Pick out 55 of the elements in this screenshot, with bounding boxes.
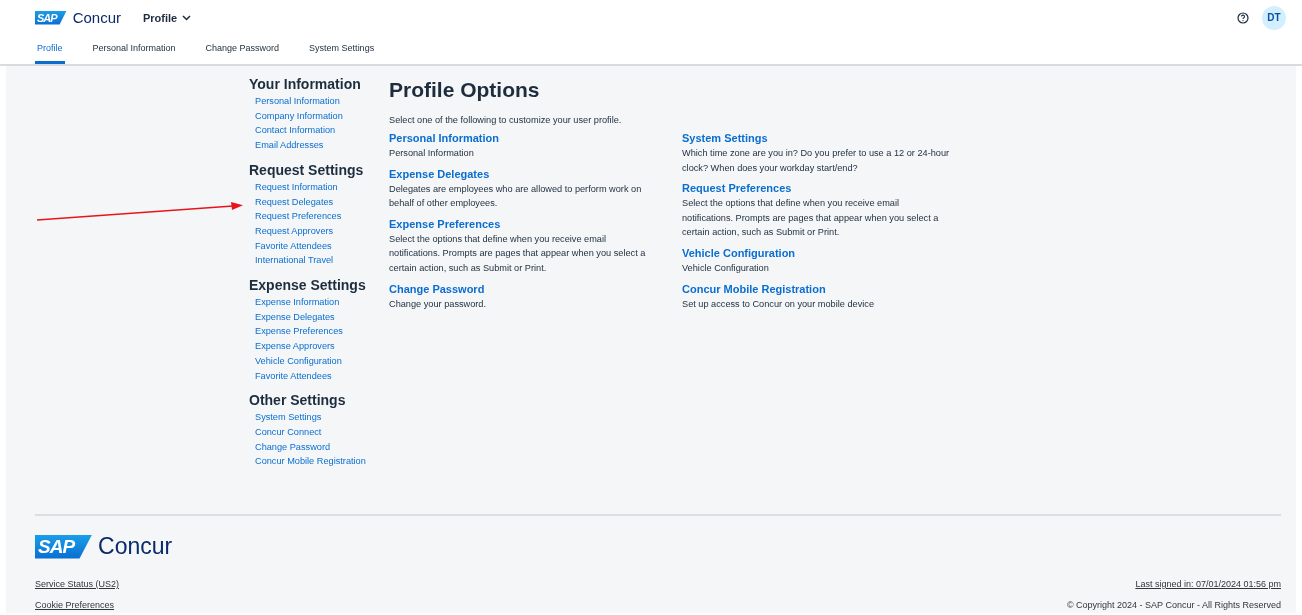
option-link[interactable]: Expense Delegates: [389, 166, 490, 182]
tab[interactable]: Change Password: [203, 35, 282, 64]
sidebar-link[interactable]: Favorite Attendees: [255, 368, 332, 384]
option-description: Delegates are employees who are allowed to perform work on behalf of other employees.: [389, 182, 643, 211]
sidebar-link[interactable]: Expense Preferences: [255, 324, 343, 340]
sidebar-link[interactable]: System Settings: [255, 410, 322, 425]
option-description: Change your password.: [389, 297, 488, 311]
tab[interactable]: Personal Information: [90, 35, 178, 64]
footer-link[interactable]: Cookie Preferences: [35, 595, 115, 615]
sidebar-link[interactable]: International Travel: [255, 253, 334, 269]
section-heading: Your Information: [249, 76, 362, 92]
option-link[interactable]: Vehicle Configuration: [682, 245, 796, 261]
sidebar-link[interactable]: Vehicle Configuration: [255, 353, 342, 369]
logo: SAP Concur: [35, 533, 173, 560]
option-description: Vehicle Configuration: [682, 261, 770, 275]
option-link[interactable]: Request Preferences: [682, 181, 792, 197]
sidebar-link[interactable]: Email Addresses: [255, 138, 324, 153]
tab[interactable]: System Settings: [307, 35, 377, 64]
option-description: Select the options that define when you receive email notifications. Prompts are pages that appear when you select a certain action, such as Submit or Print.: [682, 197, 940, 240]
help-icon[interactable]: [1237, 11, 1249, 24]
sidebar-link[interactable]: Request Delegates: [255, 194, 334, 210]
sidebar-link[interactable]: Expense Approvers: [255, 339, 335, 354]
option-link[interactable]: Personal Information: [389, 131, 500, 146]
section-heading: Expense Settings: [249, 277, 367, 294]
option-link[interactable]: System Settings: [682, 131, 768, 146]
option-description: Which time zone are you in? Do you prefer to use a 12 or 24-hour clock? When does your workday start/end?: [682, 147, 951, 175]
sidebar-link[interactable]: Contact Information: [255, 123, 336, 139]
page-title: Profile Options: [389, 77, 541, 103]
option-description: Set up access to Concur on your mobile device: [682, 297, 876, 311]
footer-link[interactable]: Service Status (US2): [35, 574, 120, 595]
intro-text: Select one of the following to customize your user profile.: [389, 115, 623, 125]
sidebar-link[interactable]: Favorite Attendees: [255, 238, 332, 254]
option-link[interactable]: Concur Mobile Registration: [682, 281, 826, 297]
logo: SAP Concur: [35, 9, 121, 26]
sidebar-link[interactable]: Concur Mobile Registration: [255, 454, 366, 470]
sidebar-link[interactable]: Request Information: [255, 179, 338, 195]
sidebar-link[interactable]: Request Approvers: [255, 223, 334, 239]
sidebar-link[interactable]: Request Preferences: [255, 209, 342, 224]
sidebar-link[interactable]: Concur Connect: [255, 424, 322, 440]
sidebar-link[interactable]: Expense Information: [255, 295, 340, 310]
profile-menu[interactable]: Profile: [143, 11, 192, 24]
last-signed-in-link[interactable]: Last signed in: 07/01/2024 01:56 pm: [1135, 574, 1281, 595]
sidebar-link[interactable]: Expense Delegates: [255, 309, 335, 325]
option-description: Personal Information: [389, 147, 475, 160]
user-avatar[interactable]: DT: [1262, 5, 1286, 30]
sidebar-link[interactable]: Change Password: [255, 439, 331, 455]
chevron-down-icon: [182, 14, 192, 21]
option-link[interactable]: Change Password: [389, 281, 485, 297]
sidebar-link[interactable]: Personal Information: [255, 94, 340, 109]
copyright-text: © Copyright 2024 - SAP Concur - All Rights Reserved: [1066, 599, 1281, 612]
option-link[interactable]: Expense Preferences: [389, 216, 501, 232]
section-heading: Request Settings: [249, 161, 365, 178]
sidebar-link[interactable]: Company Information: [255, 108, 343, 124]
section-heading: Other Settings: [249, 392, 347, 409]
option-description: Select the options that define when you receive email notifications. Prompts are pages that appear when you select a certain action, such as Submit or Print.: [389, 232, 647, 275]
